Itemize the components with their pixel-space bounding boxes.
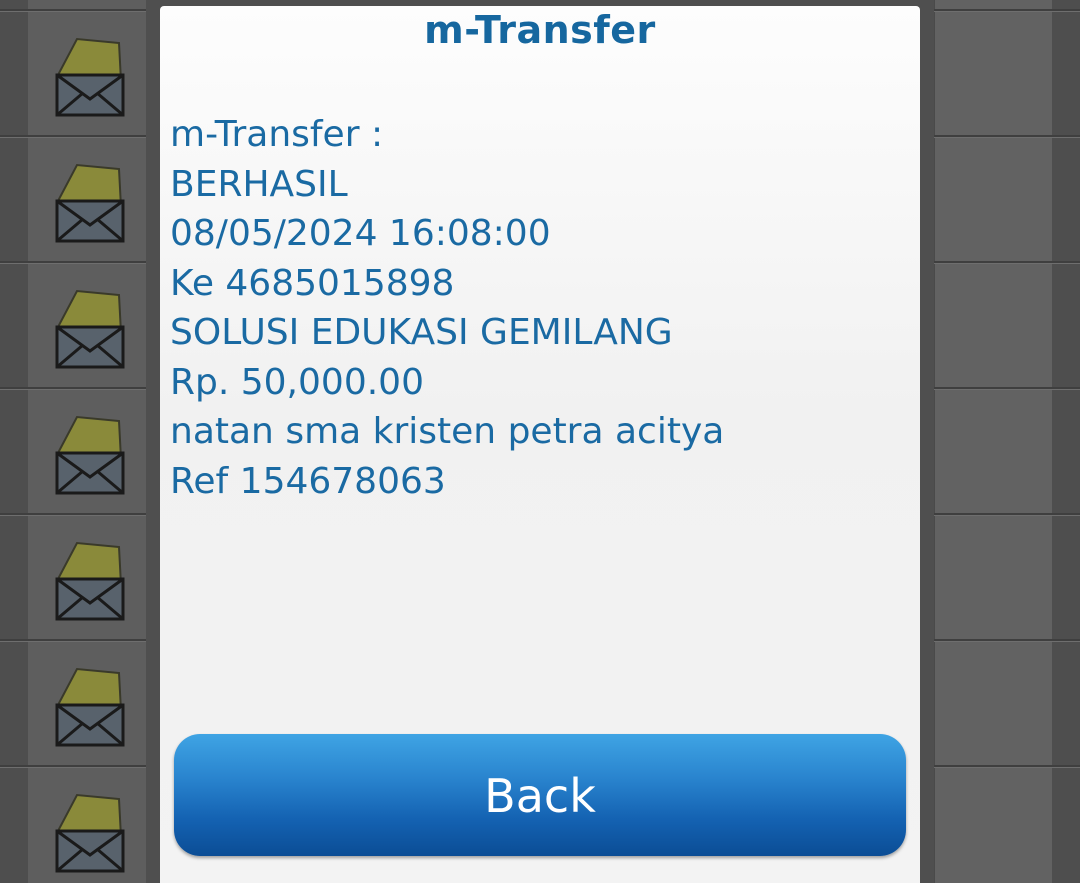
row-icon-cell bbox=[28, 138, 147, 261]
row-left-strip bbox=[0, 0, 28, 9]
message-line-destination-account: Ke 4685015898 bbox=[170, 262, 455, 304]
row-left-strip bbox=[0, 12, 28, 135]
back-button[interactable]: Back bbox=[174, 734, 906, 856]
message-line-reference: Ref 154678063 bbox=[170, 460, 446, 502]
message-line-note: natan sma kristen petra acitya bbox=[170, 411, 725, 452]
row-right-strip bbox=[1052, 516, 1080, 639]
row-left-strip bbox=[0, 264, 28, 387]
row-right-strip bbox=[1052, 138, 1080, 261]
envelope-open-icon bbox=[55, 163, 125, 243]
row-right-cell bbox=[934, 138, 1054, 261]
envelope-open-icon bbox=[55, 415, 125, 495]
envelope-open-icon bbox=[55, 667, 125, 747]
row-right-strip bbox=[1052, 264, 1080, 387]
dialog-body: m-Transfer m-Transfer : BERHASIL 08/05/2… bbox=[160, 6, 920, 883]
row-left-strip bbox=[0, 768, 28, 883]
row-left-strip bbox=[0, 516, 28, 639]
row-right-strip bbox=[1052, 642, 1080, 765]
row-right-cell bbox=[934, 768, 1054, 883]
message-line-recipient-name: SOLUSI EDUKASI GEMILANG bbox=[170, 312, 673, 353]
row-left-strip bbox=[0, 138, 28, 261]
row-icon-cell bbox=[28, 264, 147, 387]
row-icon-cell bbox=[28, 0, 147, 9]
row-right-strip bbox=[1052, 0, 1080, 9]
row-icon-cell bbox=[28, 642, 147, 765]
row-right-cell bbox=[934, 642, 1054, 765]
row-right-cell bbox=[934, 390, 1054, 513]
row-right-cell bbox=[934, 0, 1054, 9]
row-left-strip bbox=[0, 390, 28, 513]
message-line-header: m-Transfer : bbox=[170, 114, 384, 155]
message-line-amount: Rp. 50,000.00 bbox=[170, 361, 424, 403]
message-line-datetime: 08/05/2024 16:08:00 bbox=[170, 213, 551, 254]
row-icon-cell bbox=[28, 516, 147, 639]
message-line-status: BERHASIL bbox=[170, 163, 348, 205]
row-right-cell bbox=[934, 264, 1054, 387]
row-icon-cell bbox=[28, 390, 147, 513]
envelope-open-icon bbox=[55, 289, 125, 369]
row-icon-cell bbox=[28, 768, 147, 883]
screen: m-Transfer m-Transfer : BERHASIL 08/05/2… bbox=[0, 0, 1080, 883]
row-right-cell bbox=[934, 516, 1054, 639]
envelope-open-icon bbox=[55, 37, 125, 117]
dialog-title: m-Transfer bbox=[424, 8, 656, 52]
row-right-strip bbox=[1052, 12, 1080, 135]
envelope-open-icon bbox=[55, 793, 125, 873]
transfer-result-dialog: m-Transfer m-Transfer : BERHASIL 08/05/2… bbox=[146, 0, 934, 883]
row-left-strip bbox=[0, 642, 28, 765]
row-icon-cell bbox=[28, 12, 147, 135]
envelope-open-icon bbox=[55, 541, 125, 621]
row-right-strip bbox=[1052, 390, 1080, 513]
row-right-cell bbox=[934, 12, 1054, 135]
transfer-message: m-Transfer : BERHASIL 08/05/2024 16:08:0… bbox=[170, 110, 724, 506]
row-right-strip bbox=[1052, 768, 1080, 883]
